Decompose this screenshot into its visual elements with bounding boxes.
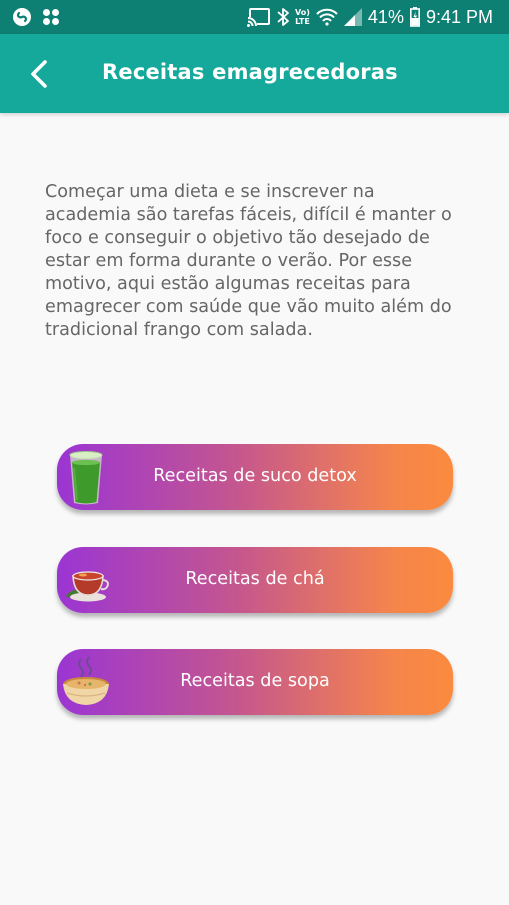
grid-app-icon bbox=[42, 8, 60, 26]
tea-label: Receitas de chá bbox=[185, 569, 325, 589]
status-bar: Vo) LTE 41% 9:41 PM bbox=[0, 0, 509, 34]
volte-icon: Vo) LTE bbox=[295, 8, 310, 26]
soup-recipes-button[interactable]: Receitas de sopa bbox=[57, 649, 453, 715]
status-right-icons: Vo) LTE 41% 9:41 PM bbox=[247, 4, 493, 30]
app-bar: Receitas emagrecedoras bbox=[0, 34, 509, 113]
shazam-icon bbox=[12, 7, 32, 27]
status-left-icons bbox=[12, 7, 60, 27]
battery-percent: 41% bbox=[367, 6, 404, 27]
clock: 9:41 PM bbox=[425, 6, 493, 27]
cast-icon bbox=[247, 7, 271, 27]
tea-recipes-button[interactable]: Receitas de chá bbox=[57, 547, 453, 613]
signal-icon bbox=[343, 8, 362, 26]
detox-juice-label: Receitas de suco detox bbox=[153, 466, 357, 486]
bluetooth-icon bbox=[277, 7, 289, 27]
wifi-icon bbox=[316, 8, 338, 26]
volte-line2: LTE bbox=[295, 17, 310, 26]
page-title: Receitas emagrecedoras bbox=[102, 60, 398, 84]
intro-paragraph: Começar uma dieta e se inscrever na acad… bbox=[45, 182, 452, 340]
soup-label: Receitas de sopa bbox=[180, 671, 330, 691]
battery-icon bbox=[409, 7, 420, 27]
volte-line1: Vo) bbox=[295, 8, 310, 17]
back-arrow-icon bbox=[31, 60, 47, 88]
detox-juice-recipes-button[interactable]: Receitas de suco detox bbox=[57, 444, 453, 510]
back-button[interactable] bbox=[20, 54, 60, 94]
